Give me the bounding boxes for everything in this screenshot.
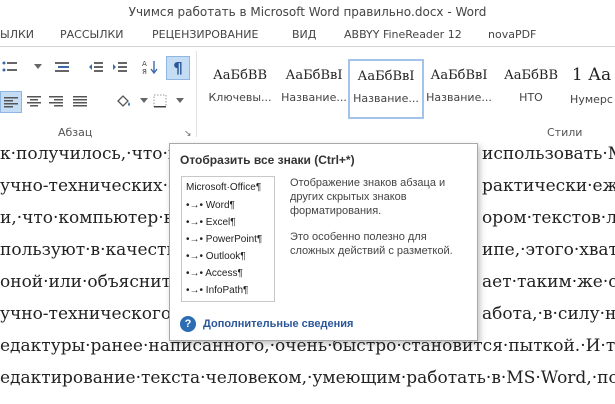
preview-heading: Microsoft·Office¶ [186,182,262,193]
styles-group-label: Стили [547,126,583,139]
decrease-indent-icon[interactable] [86,57,106,77]
sort-icon[interactable]: AЯ [140,57,160,77]
style-sample: АаБбВвІ [357,69,415,84]
style-sample: АаБбВвІ [430,68,488,83]
style-sample: АаБбВВ [212,68,268,83]
tab-abbyy[interactable]: ABBYY FineReader 12 [344,28,462,41]
show-marks-button[interactable]: ¶ [166,56,190,80]
arrow-icon: •→• [186,217,204,228]
style-item[interactable]: 1 Аа Нумерс [566,59,615,117]
style-item-selected[interactable]: АаБбВвІ Название... [348,59,424,119]
document-line-right: рактически·ежед [482,176,615,196]
arrow-icon: •→• [186,268,204,279]
increase-indent-icon[interactable] [110,57,130,77]
arrow-icon: •→• [186,251,204,262]
style-sample: АаБбВВ [503,68,559,83]
paragraph-dialog-launcher-icon[interactable]: ↘ [184,129,194,139]
multilevel-list-icon[interactable] [52,57,72,77]
chevron-down-icon[interactable] [170,91,190,111]
preview-item-label: InfoPath¶ [205,285,249,296]
document-line-right: абота,·в·силу·необ [482,304,615,324]
group-divider [196,51,197,137]
document-line: к·получилось,·что·по [0,144,190,164]
tooltip-preview: Microsoft·Office¶ •→• Word¶ •→• Excel¶ •… [181,176,275,302]
justify-icon[interactable] [70,91,90,111]
document-line-right: ает·таким·же·об [482,272,615,292]
style-sample: 1 Аа [571,65,612,85]
align-left-icon[interactable] [0,91,22,113]
more-info-link[interactable]: Дополнительные сведения [203,318,353,330]
document-line-right: ором·текстов·лю [482,208,615,228]
tooltip-description: Отображение знаков абзаца и других скрыт… [290,176,470,270]
style-name: НТО [519,91,543,104]
document-line: и,·что·компьютер·вм [0,208,187,228]
tab-view[interactable]: ВИД [292,28,316,41]
window-title-bar: Учимся работать в Microsoft Word правиль… [0,0,615,24]
preview-item: •→• Outlook¶ [186,251,246,262]
style-sample: АаБбВвІ [285,68,343,83]
window-title: Учимся работать в Microsoft Word правиль… [128,5,487,19]
tab-mailings[interactable]: РАССЫЛКИ [60,28,124,41]
align-right-icon[interactable] [46,91,66,111]
document-line: пользуют·в·качестве [0,240,187,260]
bullets-list-icon[interactable] [0,57,20,77]
document-line-right: ипе,·этого·хватае [482,240,615,260]
show-marks-tooltip: Отобразить все знаки (Ctrl+*) Microsoft·… [169,143,478,341]
style-name: Название... [353,92,419,105]
document-line-right: использовать·MS [482,144,615,164]
align-center-icon[interactable] [24,91,44,111]
svg-text:Я: Я [142,68,147,75]
help-icon: ? [180,316,196,332]
document-line: едактирование·текста·человеком,·умеющим·… [0,368,615,388]
ribbon-tabs: ЫЛКИ РАССЫЛКИ РЕЦЕНЗИРОВАНИЕ ВИД ABBYY F… [0,24,615,46]
shading-icon[interactable] [114,91,134,111]
preview-item-label: Outlook¶ [205,251,246,262]
style-name: Название... [281,91,347,104]
preview-item-label: Excel¶ [205,217,236,228]
ribbon: AЯ ¶ Абзац ↘ АаБбВВ Ключевы... АаБбВвІ Н… [0,46,615,144]
style-name: Ключевы... [208,91,272,104]
arrow-icon: •→• [186,285,204,296]
document-line: учно-технического·с [0,304,187,324]
document-line: учно-технических·от [0,176,188,196]
tooltip-description-2: Это особенно полезно для сложных действи… [290,231,453,257]
preview-item: •→• Excel¶ [186,217,236,228]
tooltip-description-1: Отображение знаков абзаца и других скрыт… [290,177,446,217]
arrow-icon: •→• [186,200,204,211]
style-name: Название... [426,91,492,104]
tab-links[interactable]: ЫЛКИ [0,28,34,41]
document-line: оной·или·объяснител [0,272,192,292]
borders-icon[interactable] [150,91,170,111]
preview-item: •→• PowerPoint¶ [186,234,262,245]
preview-item: •→• Access¶ [186,268,243,279]
arrow-icon: •→• [186,234,204,245]
tooltip-title: Отобразить все знаки (Ctrl+*) [180,153,355,167]
style-name: Нумерс [570,93,613,106]
tab-review[interactable]: РЕЦЕНЗИРОВАНИЕ [152,28,258,41]
paragraph-group-label: Абзац [58,126,93,139]
preview-item-label: Word¶ [205,200,235,211]
preview-item-label: Access¶ [205,268,243,279]
style-item[interactable]: АаБбВвІ Название... [422,59,496,117]
preview-item: •→• InfoPath¶ [186,285,248,296]
style-item[interactable]: АаБбВвІ Название... [277,59,351,117]
svg-text:A: A [142,60,147,68]
style-item[interactable]: АаБбВВ Ключевы... [203,59,277,117]
tooltip-help-row[interactable]: ? Дополнительные сведения [180,316,353,332]
tab-novapdf[interactable]: novaPDF [488,28,536,41]
preview-item-label: PowerPoint¶ [205,234,263,245]
style-item[interactable]: АаБбВВ НТО [494,59,568,117]
chevron-down-icon[interactable] [28,57,48,77]
preview-item: •→• Word¶ [186,200,235,211]
